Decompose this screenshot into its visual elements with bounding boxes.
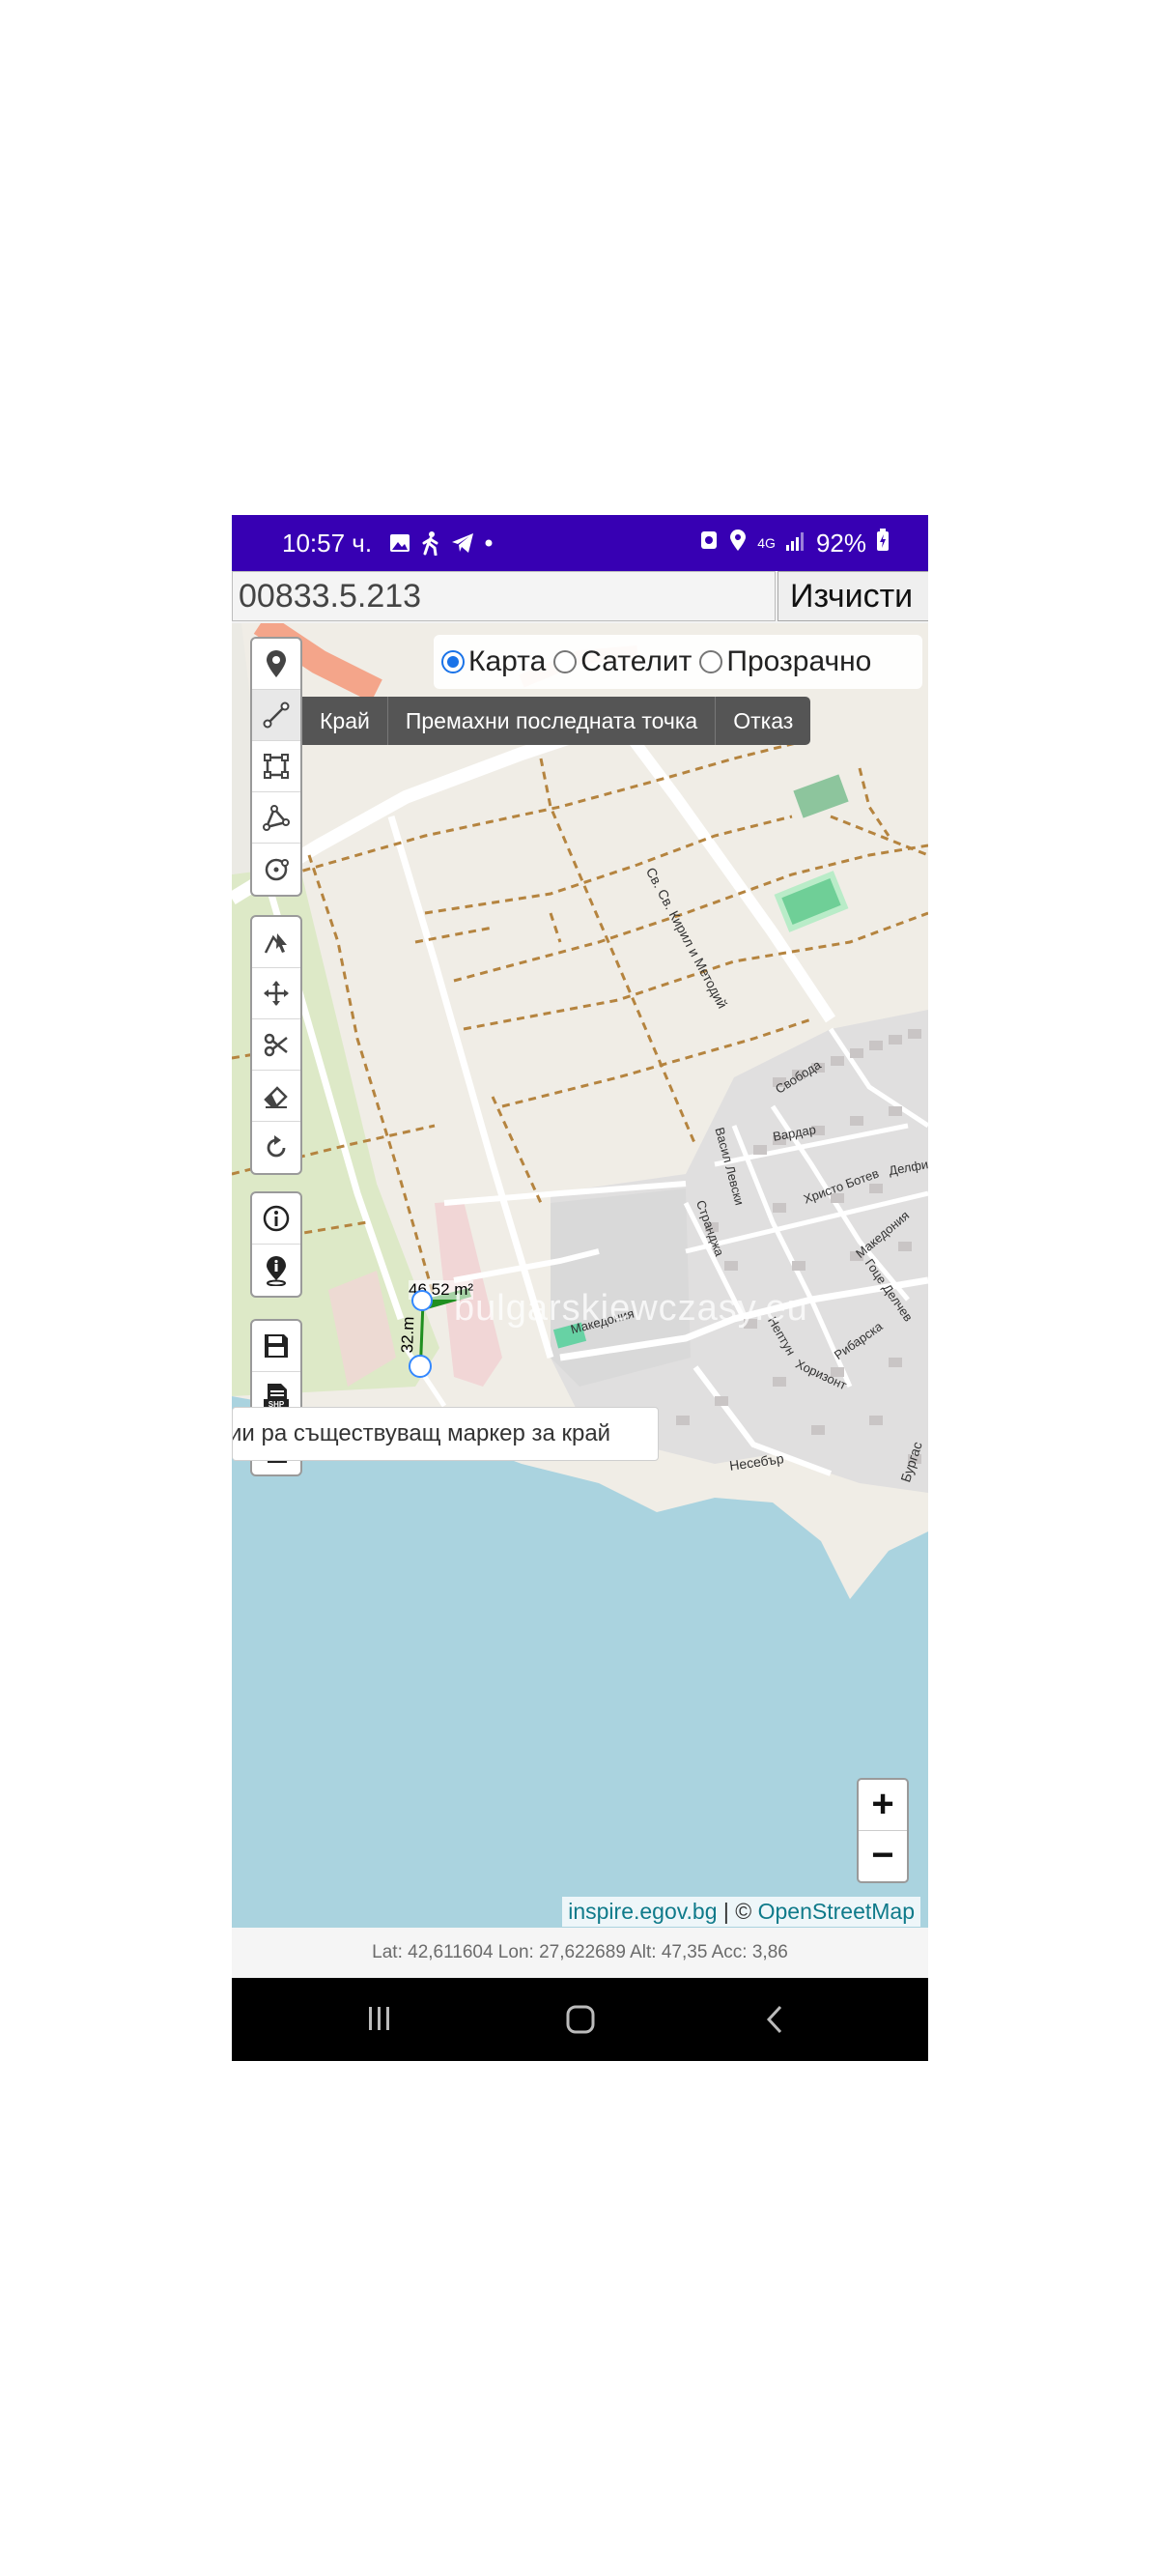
map-attribution: inspire.egov.bg | © OpenStreetMap <box>562 1897 920 1927</box>
draw-actions-bar: Край Премахни последната точка Отказ <box>302 697 811 745</box>
polygon-icon[interactable] <box>252 792 300 844</box>
attribution-separator: | © <box>717 1899 758 1924</box>
signal-icon <box>785 529 806 558</box>
gps-coordinates: Lat: 42,611604 Lon: 27,622689 Alt: 47,35… <box>232 1928 928 1978</box>
back-icon[interactable] <box>761 2003 790 2041</box>
map-view[interactable]: Св. Св. Кирил и Методий Свобода Вардар В… <box>232 623 928 1928</box>
info-icon[interactable] <box>252 1193 300 1245</box>
battery-level: 92% <box>815 528 866 558</box>
draw-toolbar <box>250 637 302 897</box>
recent-apps-icon[interactable] <box>365 2003 394 2039</box>
location-info-icon[interactable] <box>252 1245 300 1296</box>
rotate-icon[interactable] <box>252 1122 300 1173</box>
draw-hint-tooltip: ии ра съществуващ маркер за край <box>232 1407 659 1461</box>
radio-map[interactable] <box>441 650 465 673</box>
edit-toolbar <box>250 915 302 1175</box>
watermark: bulgarskiewczasy.eu <box>454 1288 808 1329</box>
layer-label-transparent: Прозрачно <box>726 645 872 677</box>
scissors-icon[interactable] <box>252 1019 300 1071</box>
circle-marker-icon[interactable] <box>252 844 300 895</box>
gallery-icon <box>389 532 410 554</box>
info-toolbar <box>250 1191 302 1298</box>
layer-label-satellite: Сателит <box>580 645 693 677</box>
parcel-search-input[interactable] <box>232 571 776 621</box>
battery-icon <box>876 528 890 558</box>
layer-option-transparent[interactable]: Прозрачно <box>699 645 871 678</box>
draw-hint-text: ии ра съществуващ маркер за край <box>232 1420 611 1446</box>
network-type: 4G <box>757 535 776 551</box>
search-bar: Изчисти <box>232 571 928 624</box>
vertex-handle[interactable] <box>411 1290 433 1311</box>
zoom-control: + − <box>857 1778 909 1883</box>
layer-option-satellite[interactable]: Сателит <box>553 645 692 678</box>
layer-switcher: Карта Сателит Прозрачно <box>434 635 922 689</box>
status-time: 10:57 ч. <box>282 528 373 558</box>
notification-dot-icon <box>484 538 494 548</box>
navigation-bar <box>232 1978 928 2061</box>
finish-button[interactable]: Край <box>302 697 388 745</box>
radio-satellite[interactable] <box>553 650 578 673</box>
home-icon[interactable] <box>564 2003 597 2041</box>
marker-icon[interactable] <box>252 639 300 690</box>
status-bar: 10:57 ч. 4G 92% <box>232 515 928 571</box>
location-icon <box>728 529 748 558</box>
radio-transparent[interactable] <box>699 650 723 673</box>
camera-shield-icon <box>699 529 719 558</box>
phone-screen: 10:57 ч. 4G 92% 00833.5.213 Изчисти Св. … <box>232 515 928 2061</box>
osm-link[interactable]: OpenStreetMap <box>758 1899 915 1924</box>
drag-icon[interactable] <box>252 968 300 1019</box>
zoom-in-button[interactable]: + <box>859 1780 907 1831</box>
length-measurement-label: 32.m <box>398 1316 418 1354</box>
map-tiles[interactable] <box>232 623 928 1928</box>
polyline-icon[interactable] <box>252 690 300 741</box>
walking-icon <box>420 530 441 556</box>
remove-last-point-button[interactable]: Премахни последната точка <box>388 697 717 745</box>
rectangle-icon[interactable] <box>252 741 300 792</box>
inspire-link[interactable]: inspire.egov.bg <box>568 1899 717 1924</box>
layer-option-map[interactable]: Карта <box>441 645 546 678</box>
layer-label-map: Карта <box>468 645 547 677</box>
telegram-icon <box>451 532 474 554</box>
clear-button[interactable]: Изчисти <box>777 571 928 621</box>
vertex-handle[interactable] <box>409 1355 432 1378</box>
zoom-out-button[interactable]: − <box>859 1831 907 1881</box>
save-icon[interactable] <box>252 1321 300 1372</box>
cut-polyline-icon[interactable] <box>252 917 300 968</box>
cancel-button[interactable]: Отказ <box>716 697 810 745</box>
eraser-icon[interactable] <box>252 1071 300 1122</box>
